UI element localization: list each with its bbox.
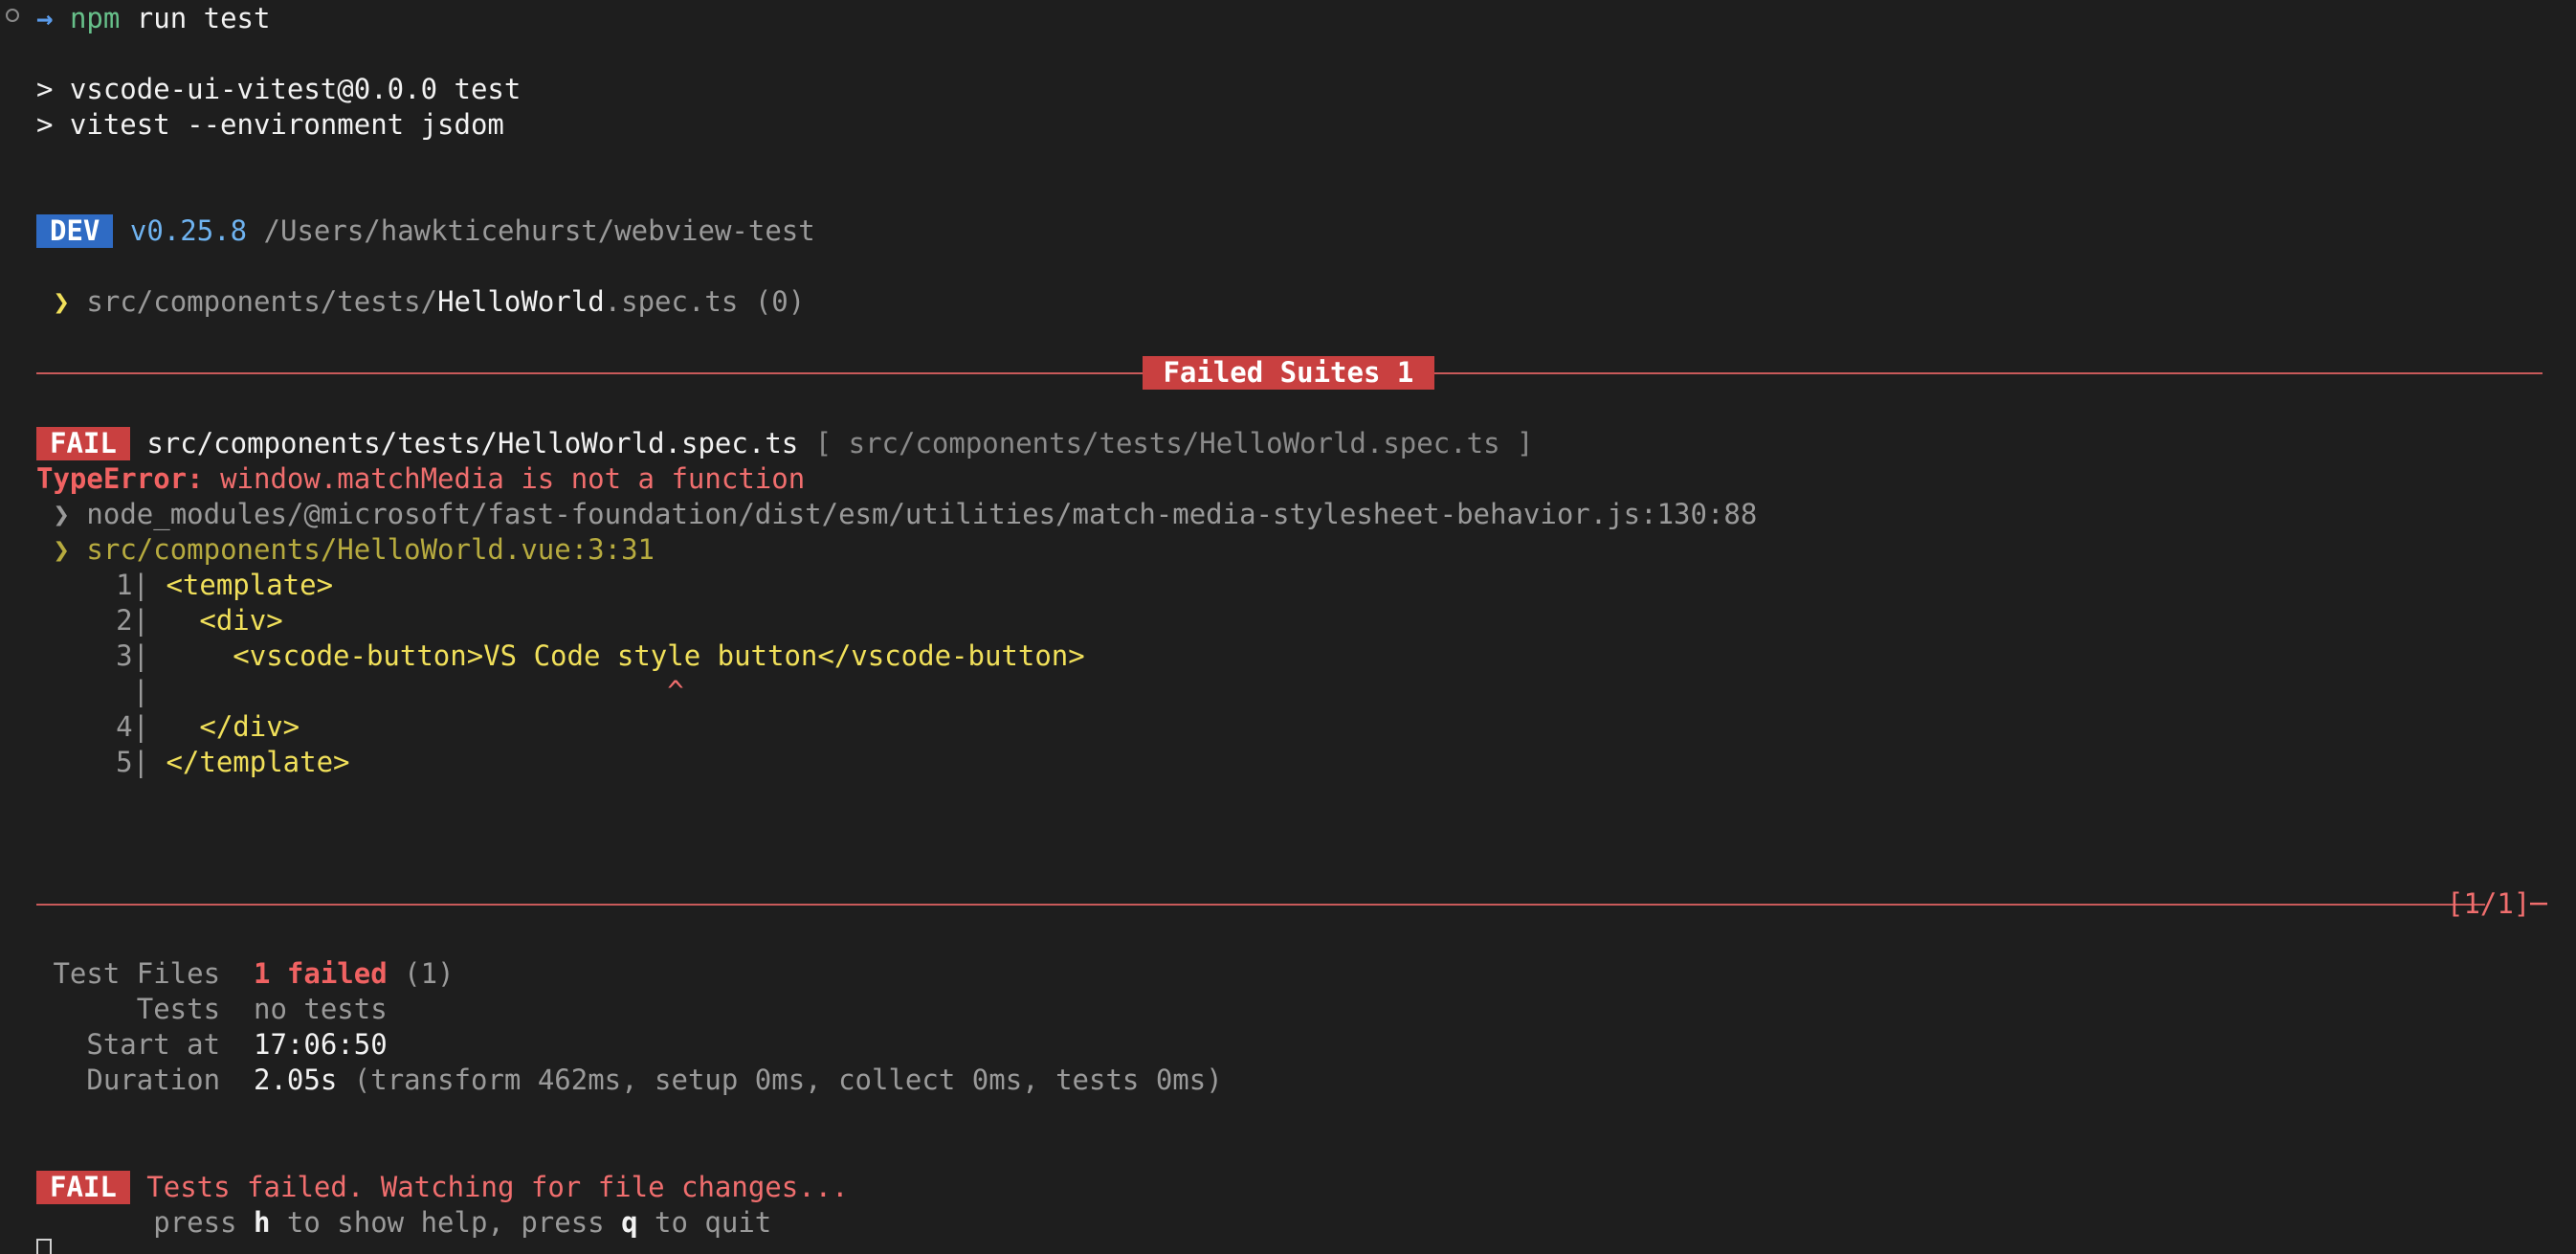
summary-count: (1) [387, 957, 455, 990]
code-frame-line: 5| </template> [36, 745, 350, 780]
summary-value: 2.05s [254, 1064, 338, 1096]
script-line: > vscode-ui-vitest@0.0.0 test [36, 73, 522, 105]
prompt-command: npm [69, 2, 121, 34]
prompt-arrow-icon: → [36, 2, 54, 34]
code-line-number: 2| [116, 604, 149, 637]
code-error-caret: ^ [149, 675, 684, 707]
fail-badge: FAIL [36, 427, 130, 460]
summary-duration: Duration 2.05s (transform 462ms, setup 0… [36, 1063, 1223, 1098]
code-line-text: </div> [149, 710, 300, 743]
code-frame-line: | ^ [36, 674, 684, 709]
script-line: > vitest --environment jsdom [36, 108, 504, 141]
code-line-text: <div> [149, 604, 283, 637]
running-file-name: HelloWorld [437, 285, 605, 318]
help-prefix: press [153, 1206, 254, 1239]
footer-status: FAIL Tests failed. Watching for file cha… [36, 1170, 849, 1205]
code-line-text: </template> [149, 746, 350, 778]
error-message: window.matchMedia is not a function [203, 462, 806, 495]
dev-header: DEV v0.25.8 /Users/hawkticehurst/webview… [36, 213, 815, 249]
summary-start: Start at 17:06:50 [36, 1027, 388, 1063]
code-line-text: <vscode-button>VS Code style button</vsc… [149, 639, 1085, 672]
summary-label: Start at [86, 1028, 221, 1061]
code-line-number: 4| [116, 710, 149, 743]
summary-tests: Tests no tests [36, 992, 388, 1027]
pagination-label: [1/1]─ [2447, 887, 2547, 920]
fail-badge: FAIL [36, 1171, 130, 1204]
chevron-right-icon: ❯ [53, 533, 70, 566]
code-line-number: 5| [116, 746, 149, 778]
stack-frame: ❯ src/components/HelloWorld.vue:3:31 [36, 532, 655, 568]
code-frame-line: 2| <div> [36, 603, 283, 638]
summary-test-files: Test Files 1 failed (1) [36, 956, 455, 992]
footer-message: Tests failed. Watching for file changes.… [129, 1171, 849, 1203]
summary-detail: (transform 462ms, setup 0ms, collect 0ms… [337, 1064, 1223, 1096]
code-frame-line: 1| <template> [36, 568, 333, 603]
footer-help: press h to show help, press q to quit [36, 1205, 771, 1241]
stack-frame-text: src/components/HelloWorld.vue:3:31 [69, 533, 655, 566]
code-frame-line: 3| <vscode-button>VS Code style button</… [36, 638, 1085, 674]
code-frame-line: 4| </div> [36, 709, 300, 745]
running-file-count: (0) [738, 285, 806, 318]
stack-frame-text: node_modules/@microsoft/fast-foundation/… [69, 498, 1758, 530]
help-suffix: to quit [637, 1206, 772, 1239]
vitest-version: v0.25.8 [129, 214, 248, 247]
error-line: TypeError: window.matchMedia is not a fu… [36, 461, 805, 497]
code-line-number: 3| [116, 639, 149, 672]
prompt-line: → npm run test [36, 1, 270, 36]
summary-label: Tests [136, 993, 221, 1025]
help-key: h [253, 1206, 271, 1239]
running-file-dir: src/components/tests/ [86, 285, 438, 318]
fail-file: src/components/tests/HelloWorld.spec.ts [146, 427, 799, 459]
quit-key: q [621, 1206, 638, 1239]
help-mid: to show help, press [270, 1206, 622, 1239]
summary-value: 17:06:50 [254, 1028, 388, 1061]
code-line-number: 1| [116, 569, 149, 601]
summary-value: no tests [254, 993, 388, 1025]
project-path: /Users/hawkticehurst/webview-test [263, 214, 815, 247]
failed-suites-badge: Failed Suites 1 [1143, 356, 1434, 390]
prompt-args: run test [120, 2, 271, 34]
stack-frame: ❯ node_modules/@microsoft/fast-foundatio… [36, 497, 1757, 532]
fail-entry: FAIL src/components/tests/HelloWorld.spe… [36, 426, 1533, 461]
summary-label: Test Files [53, 957, 221, 990]
running-file-ext: .spec.ts [604, 285, 739, 318]
summary-label: Duration [86, 1064, 221, 1096]
terminal-cursor [36, 1239, 52, 1254]
code-line-number: | [116, 675, 149, 707]
code-line-text: <template> [149, 569, 334, 601]
dev-badge: DEV [36, 214, 114, 248]
running-file: ❯ src/components/tests/HelloWorld.spec.t… [36, 284, 805, 320]
prompt-mark-icon [6, 9, 19, 22]
terminal-window[interactable]: → npm run test > vscode-ui-vitest@0.0.0 … [0, 0, 2576, 1254]
pagination-text: [1/1] [2447, 887, 2531, 920]
summary-failed: 1 failed [254, 957, 388, 990]
failed-suites-heading: Failed Suites 1 [1143, 355, 1434, 391]
fail-file-bracket: [ src/components/tests/HelloWorld.spec.t… [814, 427, 1534, 459]
chevron-right-icon: ❯ [53, 285, 70, 318]
chevron-right-icon: ❯ [53, 498, 70, 530]
error-type: TypeError: [36, 462, 204, 495]
pagination-divider [36, 904, 2485, 906]
